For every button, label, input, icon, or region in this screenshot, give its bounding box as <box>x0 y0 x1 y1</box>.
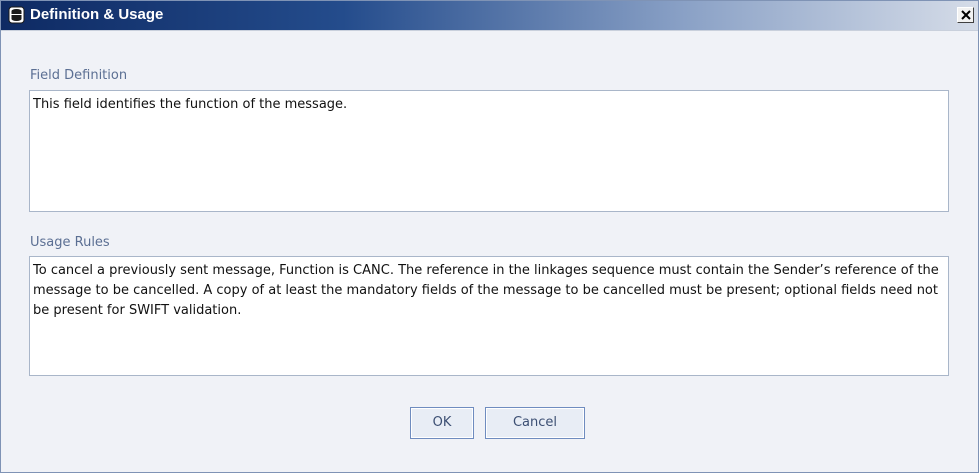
dialog-title: Definition & Usage <box>30 6 164 23</box>
cancel-button[interactable]: Cancel <box>485 407 585 439</box>
definition-usage-dialog: Definition & Usage Field Definition This… <box>0 0 979 473</box>
ok-button[interactable]: OK <box>410 407 474 439</box>
field-definition-label: Field Definition <box>30 68 128 83</box>
usage-rules-textarea[interactable]: To cancel a previously sent message, Fun… <box>29 256 949 376</box>
close-icon <box>961 10 971 20</box>
field-definition-textarea[interactable]: This field identifies the function of th… <box>29 90 949 212</box>
close-button[interactable] <box>957 7 974 23</box>
database-icon <box>8 6 25 24</box>
usage-rules-label: Usage Rules <box>30 235 110 250</box>
title-bar[interactable]: Definition & Usage <box>1 1 978 31</box>
